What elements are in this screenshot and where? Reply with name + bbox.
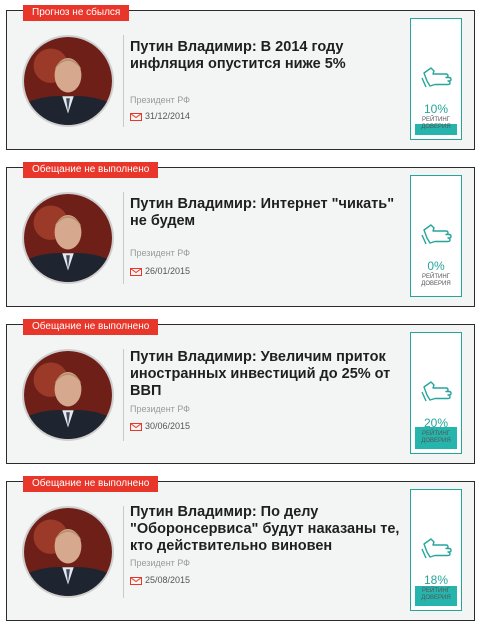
date-row: 30/06/2015	[130, 421, 190, 431]
card-date: 25/08/2015	[145, 575, 191, 585]
divider	[123, 349, 124, 441]
prediction-card[interactable]: Обещание не выполнено Путин Владимир: Ув…	[6, 319, 475, 464]
trust-rating-box[interactable]: 18% РЕЙТИНГ ДОВЕРИЯ	[410, 489, 462, 611]
thumbs-down-hand-icon	[421, 538, 452, 559]
avatar[interactable]	[22, 506, 114, 598]
date-row: 26/01/2015	[130, 266, 190, 276]
rating-label: РЕЙТИНГ ДОВЕРИЯ	[421, 117, 451, 130]
author-role: Президент РФ	[130, 404, 191, 414]
status-badge: Обещание не выполнено	[23, 162, 159, 178]
rating-percent: 0%	[427, 259, 445, 273]
card-title-link[interactable]: Путин Владимир: Увеличим приток иностран…	[130, 349, 410, 400]
avatar[interactable]	[22, 349, 114, 441]
rating-percent: 10%	[423, 102, 449, 116]
rating-label: РЕЙТИНГ ДОВЕРИЯ	[421, 274, 451, 287]
thumbs-down-hand-icon	[421, 381, 452, 402]
prediction-card[interactable]: Обещание не выполнено Путин Владимир: Ин…	[6, 162, 475, 307]
divider	[123, 192, 124, 284]
calendar-icon	[130, 422, 142, 431]
author-role: Президент РФ	[130, 248, 191, 258]
trust-rating-box[interactable]: 20% РЕЙТИНГ ДОВЕРИЯ	[410, 332, 462, 454]
card-date: 31/12/2014	[145, 111, 191, 121]
card-title-link[interactable]: Путин Владимир: Интернет "чикать" не буд…	[130, 196, 410, 230]
divider	[123, 506, 124, 598]
card-title-link[interactable]: Путин Владимир: По делу "Оборонсервиса" …	[130, 504, 410, 555]
prediction-card[interactable]: Обещание не выполнено Путин Владимир: По…	[6, 476, 475, 621]
thumbs-down-hand-icon	[421, 67, 452, 88]
rating-label: РЕЙТИНГ ДОВЕРИЯ	[421, 431, 451, 444]
calendar-icon	[130, 576, 142, 585]
calendar-icon	[130, 267, 142, 276]
status-badge: Обещание не выполнено	[23, 319, 159, 335]
card-date: 30/06/2015	[145, 421, 191, 431]
trust-rating-box[interactable]: 0% РЕЙТИНГ ДОВЕРИЯ	[410, 175, 462, 297]
author-role: Президент РФ	[130, 95, 191, 105]
card-title-link[interactable]: Путин Владимир: В 2014 году инфляция опу…	[130, 39, 410, 73]
status-badge: Прогноз не сбылся	[23, 5, 130, 21]
status-badge: Обещание не выполнено	[23, 476, 159, 492]
thumbs-down-hand-icon	[421, 224, 452, 245]
avatar[interactable]	[22, 35, 114, 127]
card-date: 26/01/2015	[145, 266, 191, 276]
prediction-card[interactable]: Прогноз не сбылся Путин Владимир: В 2014…	[6, 5, 475, 150]
calendar-icon	[130, 112, 142, 121]
rating-percent: 20%	[423, 416, 449, 430]
date-row: 25/08/2015	[130, 575, 190, 585]
divider	[123, 35, 124, 127]
avatar[interactable]	[22, 192, 114, 284]
rating-percent: 18%	[423, 573, 449, 587]
author-role: Президент РФ	[130, 558, 191, 568]
date-row: 31/12/2014	[130, 111, 190, 121]
rating-label: РЕЙТИНГ ДОВЕРИЯ	[421, 588, 451, 601]
trust-rating-box[interactable]: 10% РЕЙТИНГ ДОВЕРИЯ	[410, 18, 462, 140]
